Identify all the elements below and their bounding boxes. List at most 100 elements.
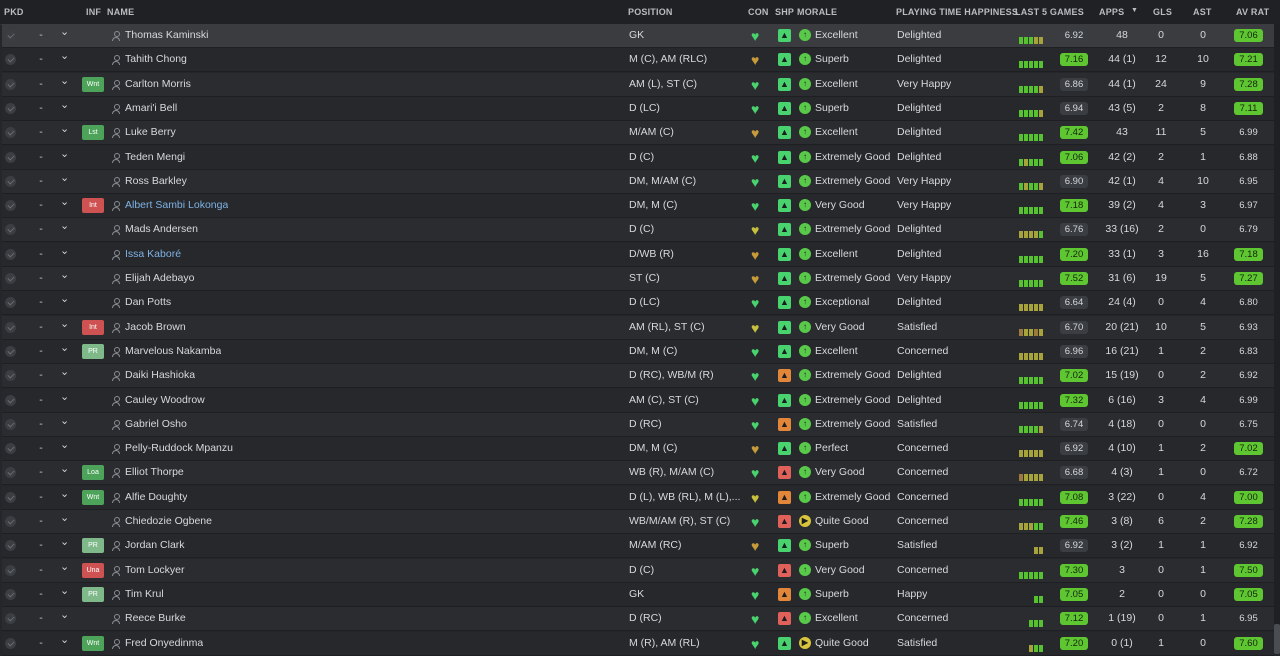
pick-checkbox-icon[interactable] <box>5 613 16 625</box>
table-row[interactable]: - ⌄ Wnt Alfie Doughty D (L), WB (RL), M (L),… <box>2 485 1274 510</box>
col-con[interactable]: CON <box>748 7 769 17</box>
col-playing-time[interactable]: PLAYING TIME HAPPINESS <box>896 7 1018 17</box>
player-name[interactable]: Amari'i Bell <box>125 97 177 120</box>
chevron-down-icon[interactable]: ⌄ <box>60 607 72 630</box>
player-name[interactable]: Tom Lockyer <box>125 559 185 582</box>
col-pkd[interactable]: PKD <box>4 7 24 17</box>
pick-checkbox-icon[interactable] <box>5 224 16 236</box>
chevron-down-icon[interactable]: ⌄ <box>60 73 72 96</box>
player-name[interactable]: Ross Barkley <box>125 170 187 193</box>
table-row[interactable]: - ⌄ Dan Potts D (LC) ♥ ▲ ↑ Exceptional Delighted… <box>2 291 1274 316</box>
player-name[interactable]: Marvelous Nakamba <box>125 340 221 363</box>
player-name[interactable]: Thomas Kaminski <box>125 24 208 47</box>
player-profile-icon[interactable] <box>112 346 120 357</box>
chevron-down-icon[interactable]: ⌄ <box>60 316 72 339</box>
chevron-down-icon[interactable]: ⌄ <box>60 121 72 144</box>
player-name[interactable]: Issa Kaboré <box>125 243 181 266</box>
table-row[interactable]: - ⌄ Wnt Carlton Morris AM (L), ST (C) ♥ ▲ ↑ Exce… <box>2 72 1274 97</box>
pick-checkbox-icon[interactable] <box>5 637 16 649</box>
player-profile-icon[interactable] <box>112 274 120 284</box>
pick-checkbox-icon[interactable] <box>5 248 16 260</box>
player-profile-icon[interactable] <box>112 468 120 479</box>
table-row[interactable]: - ⌄ Una Tom Lockyer D (C) ♥ ▲ ↑ Very Good Concern… <box>2 558 1274 583</box>
pick-checkbox-icon[interactable] <box>5 516 16 527</box>
pick-checkbox-icon[interactable] <box>5 467 16 479</box>
player-profile-icon[interactable] <box>112 103 120 114</box>
pick-checkbox-icon[interactable] <box>5 394 16 406</box>
chevron-down-icon[interactable]: ⌄ <box>60 48 72 71</box>
col-position[interactable]: POSITION <box>628 7 673 17</box>
player-profile-icon[interactable] <box>112 638 120 649</box>
player-profile-icon[interactable] <box>112 541 120 552</box>
pick-checkbox-icon[interactable] <box>5 588 16 600</box>
pick-checkbox-icon[interactable] <box>5 273 16 284</box>
player-name[interactable]: Jordan Clark <box>125 534 185 557</box>
player-name[interactable]: Cauley Woodrow <box>125 389 205 412</box>
chevron-down-icon[interactable]: ⌄ <box>60 486 72 509</box>
sort-desc-icon[interactable]: ▼ <box>1131 7 1138 14</box>
table-row[interactable]: - ⌄ Amari'i Bell D (LC) ♥ ▲ ↑ Superb Delighted 6.… <box>2 96 1274 121</box>
player-name[interactable]: Chiedozie Ogbene <box>125 510 212 533</box>
table-row[interactable]: - ⌄ Pelly-Ruddock Mpanzu DM, M (C) ♥ ▲ ↑ Perfec… <box>2 437 1274 462</box>
chevron-down-icon[interactable]: ⌄ <box>60 340 72 363</box>
table-row[interactable]: - ⌄ PR Marvelous Nakamba DM, M (C) ♥ ▲ ↑ Excelle… <box>2 339 1274 364</box>
table-row[interactable]: - ⌄ Reece Burke D (RC) ♥ ▲ ↑ Excellent Concerned… <box>2 607 1274 632</box>
col-ast[interactable]: AST <box>1193 7 1212 17</box>
chevron-down-icon[interactable]: ⌄ <box>60 583 72 606</box>
player-profile-icon[interactable] <box>112 444 120 455</box>
pick-checkbox-icon[interactable] <box>5 321 16 333</box>
player-profile-icon[interactable] <box>112 395 120 406</box>
player-name[interactable]: Fred Onyedinma <box>125 632 203 655</box>
player-name[interactable]: Gabriel Osho <box>125 413 187 436</box>
chevron-down-icon[interactable]: ⌄ <box>60 170 72 193</box>
col-av-rat[interactable]: AV RAT <box>1236 7 1269 17</box>
table-row[interactable]: - ⌄ Ross Barkley DM, M/AM (C) ♥ ▲ ↑ Extremely G… <box>2 169 1274 194</box>
table-row[interactable]: - ⌄ Int Jacob Brown AM (RL), ST (C) ♥ ▲ ↑ Very G… <box>2 315 1274 340</box>
player-profile-icon[interactable] <box>112 298 120 309</box>
player-name[interactable]: Dan Potts <box>125 291 171 314</box>
table-row[interactable]: - ⌄ PR Jordan Clark M/AM (RC) ♥ ▲ ↑ Superb Satisf… <box>2 534 1274 559</box>
player-profile-icon[interactable] <box>112 176 120 187</box>
chevron-down-icon[interactable]: ⌄ <box>60 267 72 290</box>
scrollbar[interactable] <box>1274 24 1280 654</box>
pick-checkbox-icon[interactable] <box>5 54 16 66</box>
pick-checkbox-icon[interactable] <box>5 370 16 382</box>
table-row[interactable]: - ⌄ Loa Elliot Thorpe WB (R), M/AM (C) ♥ ▲ ↑ Ver… <box>2 461 1274 486</box>
player-profile-icon[interactable] <box>112 31 120 41</box>
table-row[interactable]: - ⌄ PR Tim Krul GK ♥ ▲ ↑ Superb Happy 7.05 2 0 0 7.05 <box>2 582 1274 607</box>
chevron-down-icon[interactable]: ⌄ <box>60 146 72 169</box>
table-row[interactable]: - ⌄ Thomas Kaminski GK ♥ ▲ ↑ Excellent Delighted… <box>2 24 1274 48</box>
chevron-down-icon[interactable]: ⌄ <box>60 461 72 484</box>
player-profile-icon[interactable] <box>112 322 120 333</box>
col-apps[interactable]: APPS <box>1099 7 1124 17</box>
chevron-down-icon[interactable]: ⌄ <box>60 243 72 266</box>
pick-checkbox-icon[interactable] <box>5 540 16 552</box>
table-row[interactable]: - ⌄ Teden Mengi D (C) ♥ ▲ ↑ Extremely Good Delig… <box>2 145 1274 170</box>
table-row[interactable]: - ⌄ Chiedozie Ogbene WB/M/AM (R), ST (C) ♥ ▲ ▶… <box>2 510 1274 534</box>
chevron-down-icon[interactable]: ⌄ <box>60 291 72 314</box>
player-profile-icon[interactable] <box>112 225 120 236</box>
player-name[interactable]: Luke Berry <box>125 121 176 144</box>
chevron-down-icon[interactable]: ⌄ <box>60 218 72 241</box>
table-row[interactable]: - ⌄ Int Albert Sambi Lokonga DM, M (C) ♥ ▲ ↑ Ver… <box>2 194 1274 219</box>
player-profile-icon[interactable] <box>112 55 120 66</box>
table-row[interactable]: - ⌄ Elijah Adebayo ST (C) ♥ ▲ ↑ Extremely Good V… <box>2 267 1274 291</box>
pick-checkbox-icon[interactable] <box>5 345 16 357</box>
col-name[interactable]: NAME <box>107 7 134 17</box>
col-inf[interactable]: INF <box>86 7 101 17</box>
pick-checkbox-icon[interactable] <box>5 491 16 503</box>
table-row[interactable]: - ⌄ Lst Luke Berry M/AM (C) ♥ ▲ ↑ Excellent Delig… <box>2 121 1274 146</box>
player-name[interactable]: Elliot Thorpe <box>125 461 184 484</box>
player-name[interactable]: Pelly-Ruddock Mpanzu <box>125 437 233 460</box>
chevron-down-icon[interactable]: ⌄ <box>60 534 72 557</box>
player-name[interactable]: Alfie Doughty <box>125 486 187 509</box>
chevron-down-icon[interactable]: ⌄ <box>60 510 72 533</box>
player-name[interactable]: Teden Mengi <box>125 146 185 169</box>
pick-checkbox-icon[interactable] <box>5 418 16 430</box>
player-name[interactable]: Elijah Adebayo <box>125 267 194 290</box>
pick-checkbox-icon[interactable] <box>5 564 16 576</box>
pick-checkbox-icon[interactable] <box>5 297 16 309</box>
chevron-down-icon[interactable]: ⌄ <box>60 389 72 412</box>
player-name[interactable]: Reece Burke <box>125 607 186 630</box>
chevron-down-icon[interactable]: ⌄ <box>60 413 72 436</box>
